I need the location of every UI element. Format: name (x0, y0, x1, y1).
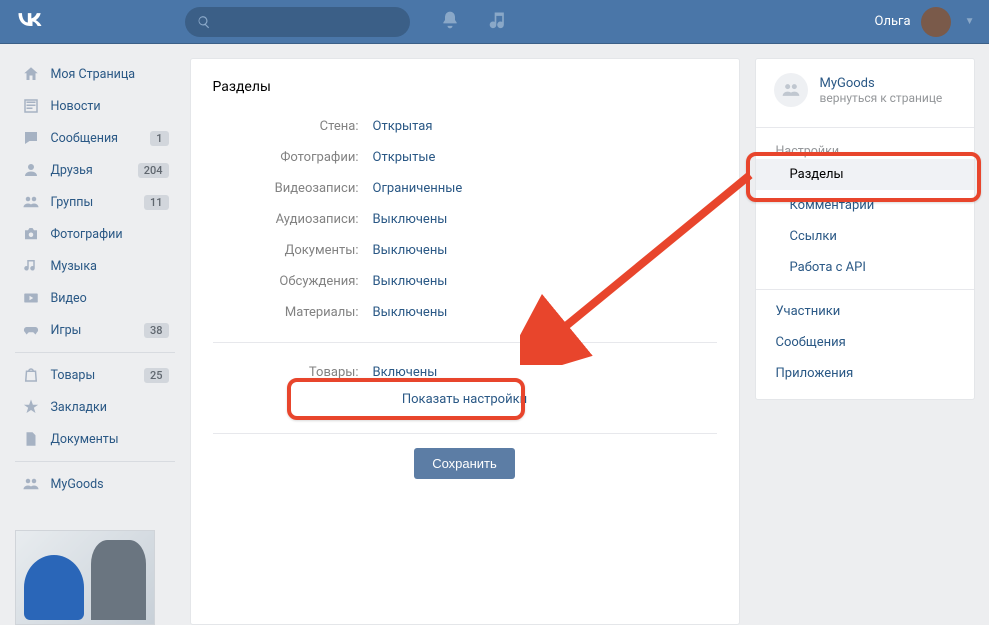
nav-separator (15, 352, 175, 353)
row-label: Материалы: (213, 305, 373, 320)
messages-icon (21, 128, 41, 148)
music-nav-icon (21, 256, 41, 276)
home-icon (21, 64, 41, 84)
notifications-icon[interactable] (440, 10, 460, 34)
row-label: Фотографии: (213, 150, 373, 165)
video-icon (21, 288, 41, 308)
topbar: Ольга ▼ (0, 0, 989, 44)
avatar (921, 7, 951, 37)
menu-messages[interactable]: Сообщения (756, 327, 974, 358)
select-docs[interactable]: Выключены (373, 243, 448, 258)
select-wall[interactable]: Открытая (373, 119, 433, 134)
search-input[interactable] (219, 14, 398, 29)
main-panel: Разделы Стена:Открытая Фотографии:Открыт… (190, 58, 740, 625)
row-label: Товары: (213, 365, 373, 380)
nav-photos[interactable]: Фотографии (15, 218, 175, 250)
vk-logo[interactable] (15, 5, 45, 39)
menu-sections[interactable]: Разделы (756, 159, 974, 190)
select-photos[interactable]: Открытые (373, 150, 436, 165)
music-icon[interactable] (488, 10, 508, 34)
group-header[interactable]: MyGoods вернуться к странице (756, 59, 974, 121)
search-container[interactable] (185, 7, 410, 37)
select-discussions[interactable]: Выключены (373, 274, 448, 289)
page-title: Разделы (191, 59, 739, 111)
separator (213, 433, 717, 434)
nav-video[interactable]: Видео (15, 282, 175, 314)
select-materials[interactable]: Выключены (373, 305, 448, 320)
chevron-down-icon: ▼ (965, 16, 975, 27)
row-label: Документы: (213, 243, 373, 258)
news-icon (21, 96, 41, 116)
nav-bookmarks[interactable]: Закладки (15, 391, 175, 423)
row-label: Обсуждения: (213, 274, 373, 289)
groups-icon (21, 474, 41, 494)
menu-group-title: Настройки (756, 134, 974, 159)
sidebar-ad-image[interactable] (15, 530, 155, 625)
nav-music[interactable]: Музыка (15, 250, 175, 282)
right-sidebar: MyGoods вернуться к странице Настройки Р… (755, 58, 975, 625)
group-title: MyGoods (820, 76, 943, 91)
groups-icon (21, 192, 41, 212)
menu-apps[interactable]: Приложения (756, 358, 974, 389)
group-avatar (774, 73, 808, 107)
nav-badge: 1 (150, 131, 168, 146)
save-button[interactable]: Сохранить (414, 448, 515, 479)
nav-documents[interactable]: Документы (15, 423, 175, 455)
games-icon (21, 320, 41, 340)
select-audio[interactable]: Выключены (373, 212, 448, 227)
profile-menu[interactable]: Ольга ▼ (875, 7, 975, 37)
row-label: Видеозаписи: (213, 181, 373, 196)
star-icon (21, 397, 41, 417)
nav-news[interactable]: Новости (15, 90, 175, 122)
nav-badge: 204 (138, 163, 169, 178)
nav-badge: 38 (144, 323, 169, 338)
nav-badge: 11 (144, 195, 169, 210)
search-icon (197, 15, 211, 29)
nav-separator (15, 461, 175, 462)
select-goods[interactable]: Включены (373, 365, 438, 380)
nav-messages[interactable]: Сообщения 1 (15, 122, 175, 154)
nav-groups[interactable]: Группы 11 (15, 186, 175, 218)
show-settings-link[interactable]: Показать настройки (191, 388, 739, 419)
menu-comments[interactable]: Комментарии (756, 190, 974, 221)
nav-market[interactable]: Товары 25 (15, 359, 175, 391)
separator (213, 342, 717, 343)
nav-games[interactable]: Игры 38 (15, 314, 175, 346)
nav-badge: 25 (144, 368, 169, 383)
camera-icon (21, 224, 41, 244)
row-label: Стена: (213, 119, 373, 134)
user-name: Ольга (875, 14, 911, 29)
row-label: Аудиозаписи: (213, 212, 373, 227)
market-icon (21, 365, 41, 385)
menu-api[interactable]: Работа с API (756, 252, 974, 283)
left-sidebar: Моя Страница Новости Сообщения 1 Друзья … (15, 58, 175, 625)
group-back-link: вернуться к странице (820, 91, 943, 105)
nav-my-page[interactable]: Моя Страница (15, 58, 175, 90)
select-videos[interactable]: Ограниченные (373, 181, 463, 196)
nav-mygoods[interactable]: MyGoods (15, 468, 175, 500)
nav-friends[interactable]: Друзья 204 (15, 154, 175, 186)
menu-links[interactable]: Ссылки (756, 221, 974, 252)
document-icon (21, 429, 41, 449)
friends-icon (21, 160, 41, 180)
menu-members[interactable]: Участники (756, 296, 974, 327)
